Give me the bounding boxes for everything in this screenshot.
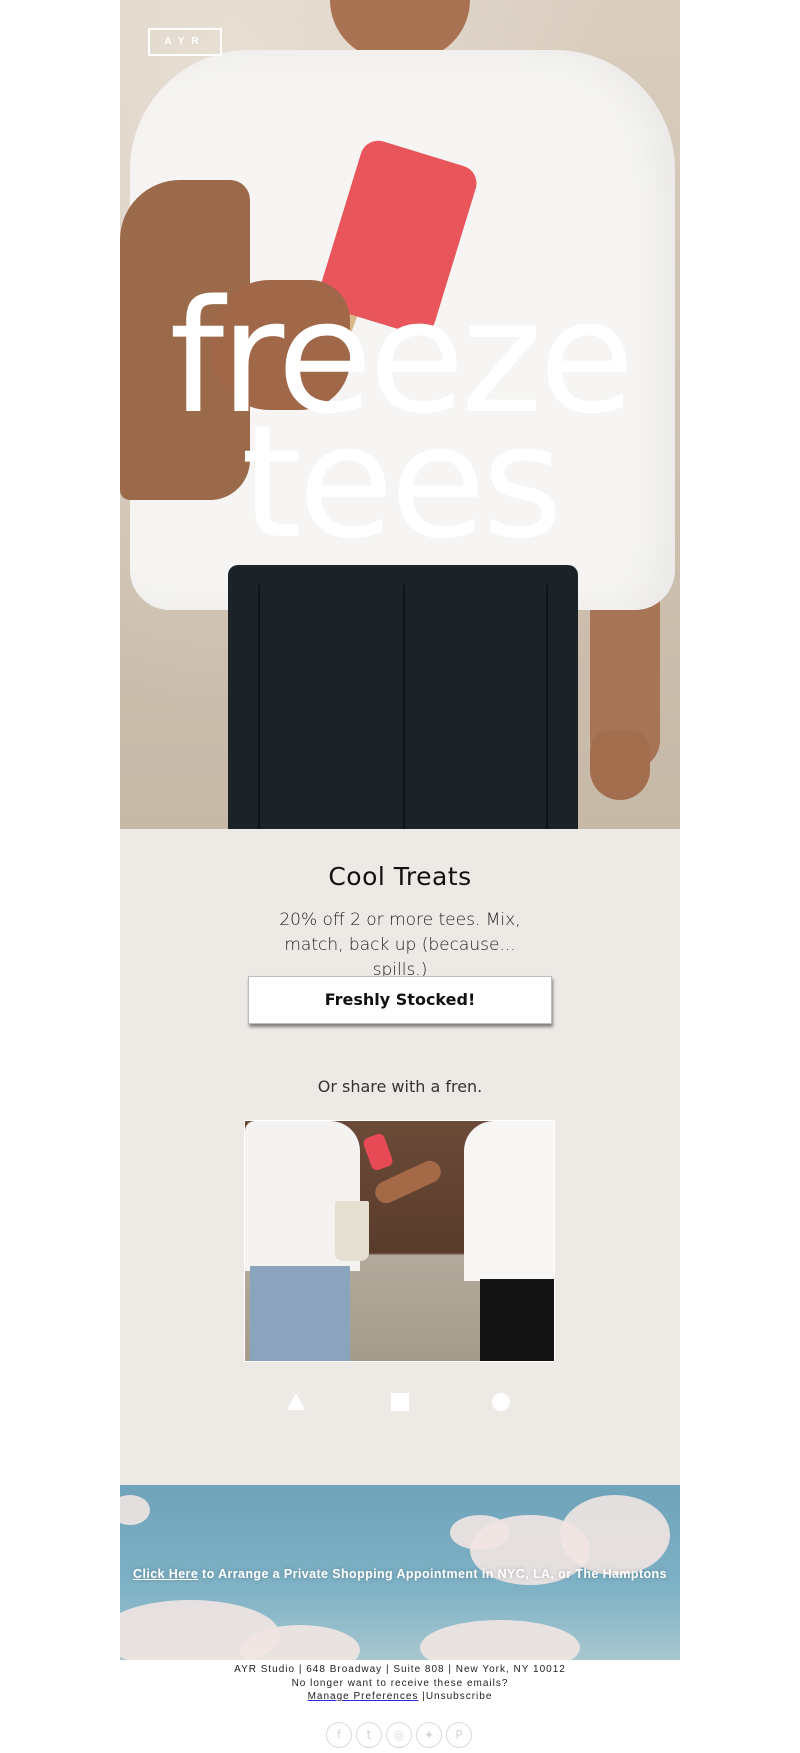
share-photo[interactable] [244,1120,555,1362]
square-icon [391,1393,409,1411]
shape-icons [120,1393,680,1415]
hero-image[interactable]: AYR freeze tees [120,0,680,829]
footer-address: AYR Studio | 648 Broadway | Suite 808 | … [234,1664,566,1675]
twitter-icon[interactable]: ✦ [416,1722,442,1748]
appointment-description: to Arrange a Private Shopping Appointmen… [198,1567,667,1581]
instagram-icon[interactable]: ◎ [386,1722,412,1748]
click-here-link[interactable]: Click Here [133,1567,198,1581]
appointment-text: Click Here to Arrange a Private Shopping… [120,1567,680,1581]
hero-pants [228,565,578,829]
promo-description: 20% off 2 or more tees. Mix, match, back… [120,908,680,983]
triangle-icon [287,1393,305,1410]
tumblr-icon[interactable]: t [356,1722,382,1748]
share-photo-scene [245,1121,554,1361]
footer: AYR Studio | 648 Broadway | Suite 808 | … [0,1663,800,1704]
ayr-logo[interactable]: AYR [148,28,222,56]
appointment-banner[interactable]: Click Here to Arrange a Private Shopping… [120,1485,680,1660]
unsubscribe-link[interactable]: Unsubscribe [426,1691,493,1702]
freshly-stocked-button[interactable]: Freshly Stocked! [248,976,552,1024]
circle-icon [492,1393,510,1411]
facebook-icon[interactable]: f [326,1722,352,1748]
hero-title-line2: tees [240,391,563,573]
hero-hand-right [590,730,650,800]
pinterest-icon[interactable]: P [446,1722,472,1748]
footer-links: Manage Preferences |Unsubscribe [0,1690,800,1704]
photo-popsicle [361,1132,395,1172]
promo-description-text: 20% off 2 or more tees. Mix, match, back… [279,910,521,980]
photo-cup [335,1201,369,1261]
promo-heading: Cool Treats [328,862,472,891]
footer-separator: | [418,1691,426,1702]
photo-jeans [250,1266,350,1361]
photo-black-pants [480,1279,554,1361]
social-icons: f t ◎ ✦ P [326,1722,476,1748]
share-text: Or share with a fren. [317,1077,483,1096]
manage-preferences-link[interactable]: Manage Preferences [308,1691,419,1702]
promo-section: Cool Treats 20% off 2 or more tees. Mix,… [120,829,680,1485]
footer-unsubscribe-prompt: No longer want to receive these emails? [291,1677,509,1689]
photo-person-right [464,1121,554,1281]
